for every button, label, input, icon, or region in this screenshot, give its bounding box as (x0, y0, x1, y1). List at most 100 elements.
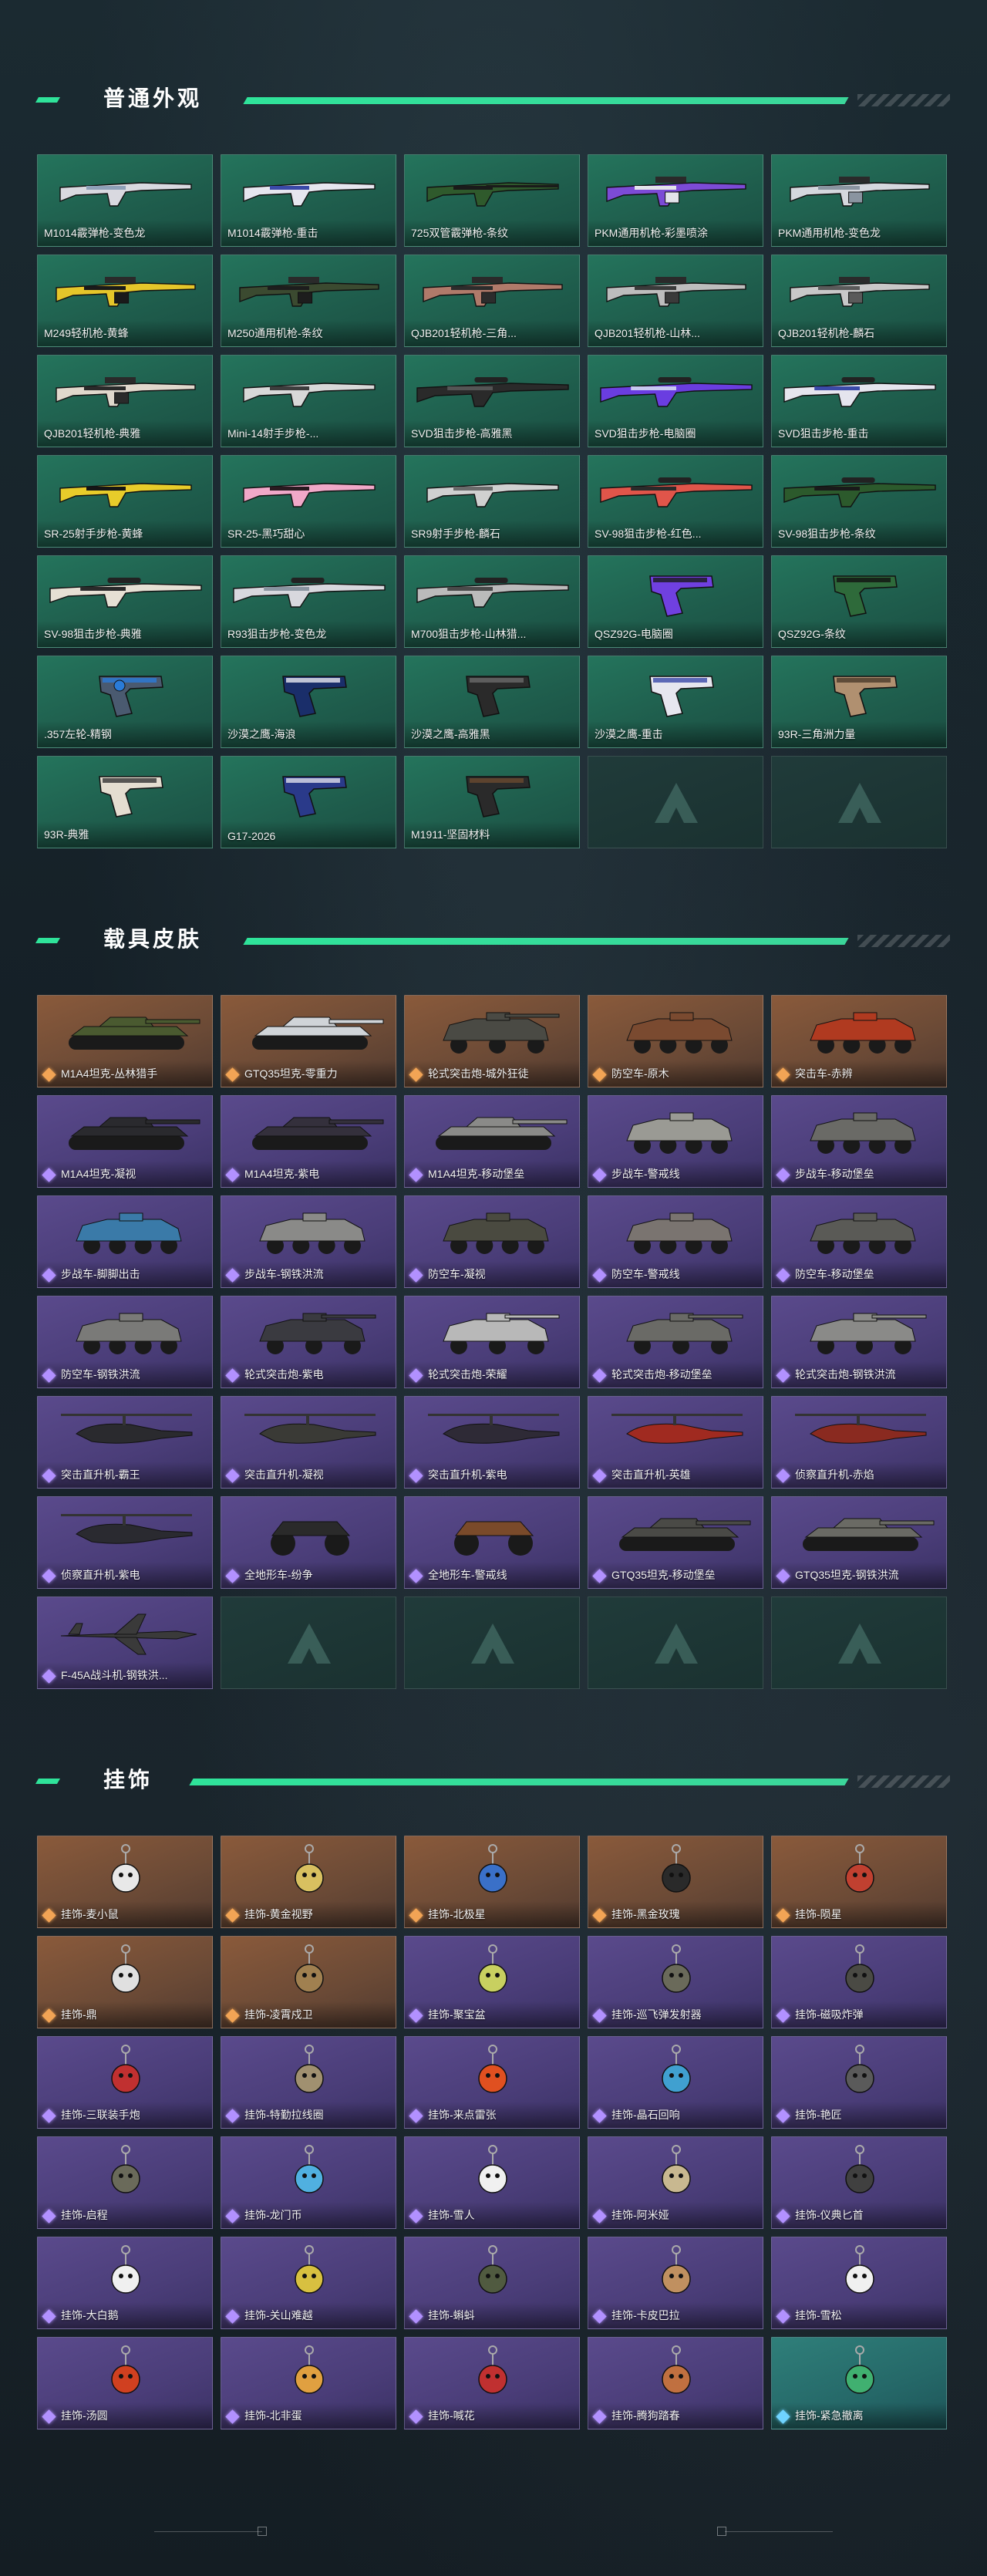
charm-card[interactable]: 挂饰-蝌蚪 (404, 2237, 580, 2329)
weapon-skin-card[interactable]: QJB201轻机枪-麟石 (771, 255, 947, 347)
charm-card[interactable]: 挂饰-巡飞弹发射器 (588, 1936, 763, 2028)
vehicle-skin-card[interactable]: 全地形车-警戒线 (404, 1496, 580, 1589)
weapon-skin-card[interactable]: M1911-坚固材料 (404, 756, 580, 848)
vehicle-skin-card[interactable]: 防空车-警戒线 (588, 1195, 763, 1288)
weapon-skin-card[interactable]: SR9射手步枪-麟石 (404, 455, 580, 548)
weapon-skin-card[interactable]: SVD狙击步枪-重击 (771, 355, 947, 447)
vehicle-skin-card[interactable]: 突击直升机-霸王 (37, 1396, 213, 1489)
charm-card[interactable]: 挂饰-磁吸炸弹 (771, 1936, 947, 2028)
vehicle-skin-card[interactable]: 步战车-钢铁洪流 (221, 1195, 396, 1288)
vehicle-skin-card[interactable]: 轮式突击炮-钢铁洪流 (771, 1296, 947, 1388)
weapon-skin-card[interactable]: SR-25-黑巧甜心 (221, 455, 396, 548)
charm-card[interactable]: 挂饰-腾狗踏春 (588, 2337, 763, 2429)
weapon-skin-card[interactable]: G17-2026 (221, 756, 396, 848)
weapon-skin-card[interactable]: M1014霰弹枪-重击 (221, 154, 396, 247)
charm-card[interactable]: 挂饰-来点雷张 (404, 2036, 580, 2129)
apc-vehicle-icon (810, 1112, 916, 1154)
weapon-skin-card[interactable]: QSZ92G-电脑圈 (588, 555, 763, 648)
double-weapon-icon (426, 182, 559, 207)
jet-vehicle-icon (60, 1613, 197, 1655)
weapon-skin-card[interactable]: 沙漠之鹰-海浪 (221, 656, 396, 748)
charm-card[interactable]: 挂饰-卡皮巴拉 (588, 2237, 763, 2329)
charm-card[interactable]: 挂饰-阿米娅 (588, 2136, 763, 2229)
charm-card[interactable]: 挂饰-雪松 (771, 2237, 947, 2329)
vehicle-skin-card[interactable]: 侦察直升机-紫电 (37, 1496, 213, 1589)
charm-card[interactable]: 挂饰-喊花 (404, 2337, 580, 2429)
vehicle-skin-card[interactable]: M1A4坦克-移动堡垒 (404, 1095, 580, 1188)
vehicle-skin-card[interactable]: GTQ35坦克-零重力 (221, 995, 396, 1087)
weapon-skin-card[interactable]: SVD狙击步枪-高雅黑 (404, 355, 580, 447)
weapon-skin-card[interactable]: QJB201轻机枪-山林... (588, 255, 763, 347)
charm-card[interactable]: 挂饰-汤圆 (37, 2337, 213, 2429)
charm-card[interactable]: 挂饰-麦小鼠 (37, 1836, 213, 1928)
vehicle-skin-card[interactable]: 轮式突击炮-城外狂徒 (404, 995, 580, 1087)
charm-card[interactable]: 挂饰-聚宝盆 (404, 1936, 580, 2028)
weapon-skin-card[interactable]: SV-98狙击步枪-典雅 (37, 555, 213, 648)
charm-card[interactable]: 挂饰-凌霄戍卫 (221, 1936, 396, 2028)
charm-card[interactable]: 挂饰-大白鹅 (37, 2237, 213, 2329)
vehicle-skin-card[interactable]: 突击直升机-紫电 (404, 1396, 580, 1489)
vehicle-skin-card[interactable]: 突击直升机-英雄 (588, 1396, 763, 1489)
vehicle-skin-card[interactable]: 全地形车-纷争 (221, 1496, 396, 1589)
charm-card[interactable]: 挂饰-三联装手炮 (37, 2036, 213, 2129)
charm-card[interactable]: 挂饰-启程 (37, 2136, 213, 2229)
charm-card[interactable]: 挂饰-艳匠 (771, 2036, 947, 2129)
weapon-skin-card[interactable]: PKM通用机枪-变色龙 (771, 154, 947, 247)
charm-card[interactable]: 挂饰-北极星 (404, 1836, 580, 1928)
weapon-skin-card[interactable]: QJB201轻机枪-三角... (404, 255, 580, 347)
weapon-skin-card[interactable]: .357左轮-精钢 (37, 656, 213, 748)
vehicle-skin-card[interactable]: 步战车-脚脚出击 (37, 1195, 213, 1288)
weapon-skin-card[interactable]: Mini-14射手步枪-... (221, 355, 396, 447)
weapon-skin-card[interactable]: M250通用机枪-条纹 (221, 255, 396, 347)
vehicle-skin-card[interactable]: 防空车-原木 (588, 995, 763, 1087)
charm-card[interactable]: 挂饰-紧急撤离 (771, 2337, 947, 2429)
card-label: 侦察直升机-紫电 (61, 1569, 140, 1581)
vehicle-skin-card[interactable]: 步战车-移动堡垒 (771, 1095, 947, 1188)
weapon-skin-card[interactable]: 93R-三角洲力量 (771, 656, 947, 748)
weapon-skin-card[interactable]: 沙漠之鹰-重击 (588, 656, 763, 748)
weapon-skin-card[interactable]: SR-25射手步枪-黄蜂 (37, 455, 213, 548)
vehicle-skin-card[interactable]: F-45A战斗机-钢铁洪... (37, 1597, 213, 1689)
weapon-skin-card[interactable]: 93R-典雅 (37, 756, 213, 848)
charm-card[interactable]: 挂饰-晶石回响 (588, 2036, 763, 2129)
charm-card[interactable]: 挂饰-黄金视野 (221, 1836, 396, 1928)
weapon-skin-card[interactable]: R93狙击步枪-变色龙 (221, 555, 396, 648)
charm-card[interactable]: 挂饰-关山难越 (221, 2237, 396, 2329)
vehicle-skin-card[interactable]: GTQ35坦克-移动堡垒 (588, 1496, 763, 1589)
weapon-skin-card[interactable]: M249轻机枪-黄蜂 (37, 255, 213, 347)
charm-card[interactable]: 挂饰-雪人 (404, 2136, 580, 2229)
charm-card[interactable]: 挂饰-龙门币 (221, 2136, 396, 2229)
charm-card[interactable]: 挂饰-特勤拉线圈 (221, 2036, 396, 2129)
header-accent-dash (35, 97, 61, 103)
weapon-skin-card[interactable]: PKM通用机枪-彩墨喷涂 (588, 154, 763, 247)
vehicle-skin-card[interactable]: 防空车-移动堡垒 (771, 1195, 947, 1288)
vehicle-skin-card[interactable]: M1A4坦克-丛林猎手 (37, 995, 213, 1087)
weapon-skin-card[interactable]: QJB201轻机枪-典雅 (37, 355, 213, 447)
weapon-skin-card[interactable]: M1014霰弹枪-变色龙 (37, 154, 213, 247)
vehicle-skin-card[interactable]: 侦察直升机-赤焰 (771, 1396, 947, 1489)
vehicle-skin-card[interactable]: 防空车-凝视 (404, 1195, 580, 1288)
weapon-skin-card[interactable]: 725双管霰弹枪-条纹 (404, 154, 580, 247)
charm-card[interactable]: 挂饰-鼎 (37, 1936, 213, 2028)
vehicle-skin-card[interactable]: M1A4坦克-紫电 (221, 1095, 396, 1188)
charm-card[interactable]: 挂饰-仪典匕首 (771, 2136, 947, 2229)
vehicle-skin-card[interactable]: 轮式突击炮-紫电 (221, 1296, 396, 1388)
weapon-skin-card[interactable]: QSZ92G-条纹 (771, 555, 947, 648)
weapon-skin-card[interactable]: SV-98狙击步枪-红色... (588, 455, 763, 548)
mg-weapon-icon (790, 177, 930, 207)
vehicle-skin-card[interactable]: 轮式突击炮-荣耀 (404, 1296, 580, 1388)
vehicle-skin-card[interactable]: M1A4坦克-凝视 (37, 1095, 213, 1188)
charm-card[interactable]: 挂饰-黑金玫瑰 (588, 1836, 763, 1928)
vehicle-skin-card[interactable]: 轮式突击炮-移动堡垒 (588, 1296, 763, 1388)
vehicle-skin-card[interactable]: 防空车-钢铁洪流 (37, 1296, 213, 1388)
weapon-skin-card[interactable]: M700狙击步枪-山林猎... (404, 555, 580, 648)
weapon-skin-card[interactable]: SV-98狙击步枪-条纹 (771, 455, 947, 548)
weapon-skin-card[interactable]: SVD狙击步枪-电脑圈 (588, 355, 763, 447)
vehicle-skin-card[interactable]: GTQ35坦克-钢铁洪流 (771, 1496, 947, 1589)
weapon-skin-card[interactable]: 沙漠之鹰-高雅黑 (404, 656, 580, 748)
vehicle-skin-card[interactable]: 突击车-赤辨 (771, 995, 947, 1087)
charm-card[interactable]: 挂饰-陨星 (771, 1836, 947, 1928)
vehicle-skin-card[interactable]: 突击直升机-凝视 (221, 1396, 396, 1489)
charm-card[interactable]: 挂饰-北非蛋 (221, 2337, 396, 2429)
vehicle-skin-card[interactable]: 步战车-警戒线 (588, 1095, 763, 1188)
